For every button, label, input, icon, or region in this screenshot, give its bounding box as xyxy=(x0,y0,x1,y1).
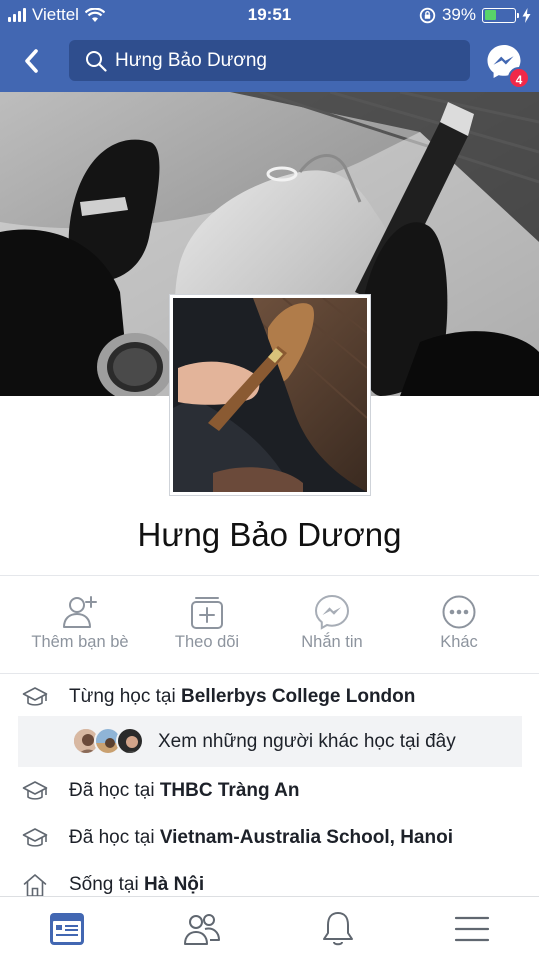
more-label: Khác xyxy=(440,633,478,651)
message-icon xyxy=(314,594,350,630)
graduation-cap-icon xyxy=(22,781,48,800)
profile-actions: Thêm bạn bè Theo dõi Nhắn tin Khác xyxy=(0,590,539,672)
messenger-badge: 4 xyxy=(508,67,530,89)
education-text: Đã học tại Vietnam-Australia School, Han… xyxy=(69,827,453,848)
home-icon xyxy=(23,874,47,897)
divider xyxy=(0,575,539,576)
news-feed-icon[interactable] xyxy=(47,909,87,949)
school-link[interactable]: Bellerbys College London xyxy=(181,686,415,707)
battery-percent: 39% xyxy=(441,5,476,24)
education-row-2[interactable]: Đã học tại THBC Tràng An xyxy=(0,768,539,814)
search-icon xyxy=(86,50,107,72)
status-right: 39% xyxy=(419,5,531,25)
graduation-cap-icon xyxy=(22,687,48,706)
charging-icon xyxy=(522,7,531,23)
add-friend-label: Thêm bạn bè xyxy=(31,633,129,651)
top-nav-bar: Hưng Bảo Dương 4 xyxy=(0,30,539,92)
graduation-cap-icon xyxy=(22,828,48,847)
rotation-lock-icon xyxy=(419,7,436,23)
add-friend-icon xyxy=(63,596,97,628)
notifications-icon[interactable] xyxy=(318,909,358,949)
more-icon xyxy=(442,595,476,629)
search-field[interactable]: Hưng Bảo Dương xyxy=(69,40,470,81)
search-input-value[interactable]: Hưng Bảo Dương xyxy=(115,50,267,72)
status-bar: Viettel 19:51 39% xyxy=(0,0,539,30)
profile-photo-image xyxy=(173,298,367,492)
profile-picture[interactable] xyxy=(169,294,371,496)
profile-name: Hưng Bảo Dương xyxy=(137,516,402,553)
classmate-avatars xyxy=(72,727,148,757)
follow-label: Theo dõi xyxy=(174,633,240,651)
follow-icon xyxy=(191,597,223,629)
education-row-1[interactable]: Từng học tại Bellerbys College London xyxy=(0,674,539,720)
battery-icon xyxy=(482,7,519,23)
bottom-tab-bar xyxy=(0,896,539,960)
city-link[interactable]: Hà Nội xyxy=(144,874,204,895)
back-button[interactable] xyxy=(16,45,46,77)
education-text: Từng học tại Bellerbys College London xyxy=(69,686,416,707)
chevron-left-icon xyxy=(25,49,38,73)
school-link[interactable]: Vietnam-Australia School, Hanoi xyxy=(160,827,453,848)
see-others-button[interactable]: Xem những người khác học tại đây xyxy=(18,716,522,767)
more-button[interactable]: Khác xyxy=(392,590,526,672)
message-button[interactable]: Nhắn tin xyxy=(265,590,399,672)
lives-in-text: Sống tại Hà Nội xyxy=(69,874,205,895)
education-row-3[interactable]: Đã học tại Vietnam-Australia School, Han… xyxy=(0,815,539,861)
add-friend-button[interactable]: Thêm bạn bè xyxy=(13,590,147,672)
follow-button[interactable]: Theo dõi xyxy=(140,590,274,672)
education-text: Đã học tại THBC Tràng An xyxy=(69,780,300,801)
message-label: Nhắn tin xyxy=(301,633,363,651)
menu-icon[interactable] xyxy=(452,909,492,949)
see-others-label: Xem những người khác học tại đây xyxy=(158,731,456,752)
school-link[interactable]: THBC Tràng An xyxy=(160,780,300,801)
friends-icon[interactable] xyxy=(182,909,222,949)
avatar xyxy=(116,727,144,755)
battery-level-fill xyxy=(484,10,496,20)
